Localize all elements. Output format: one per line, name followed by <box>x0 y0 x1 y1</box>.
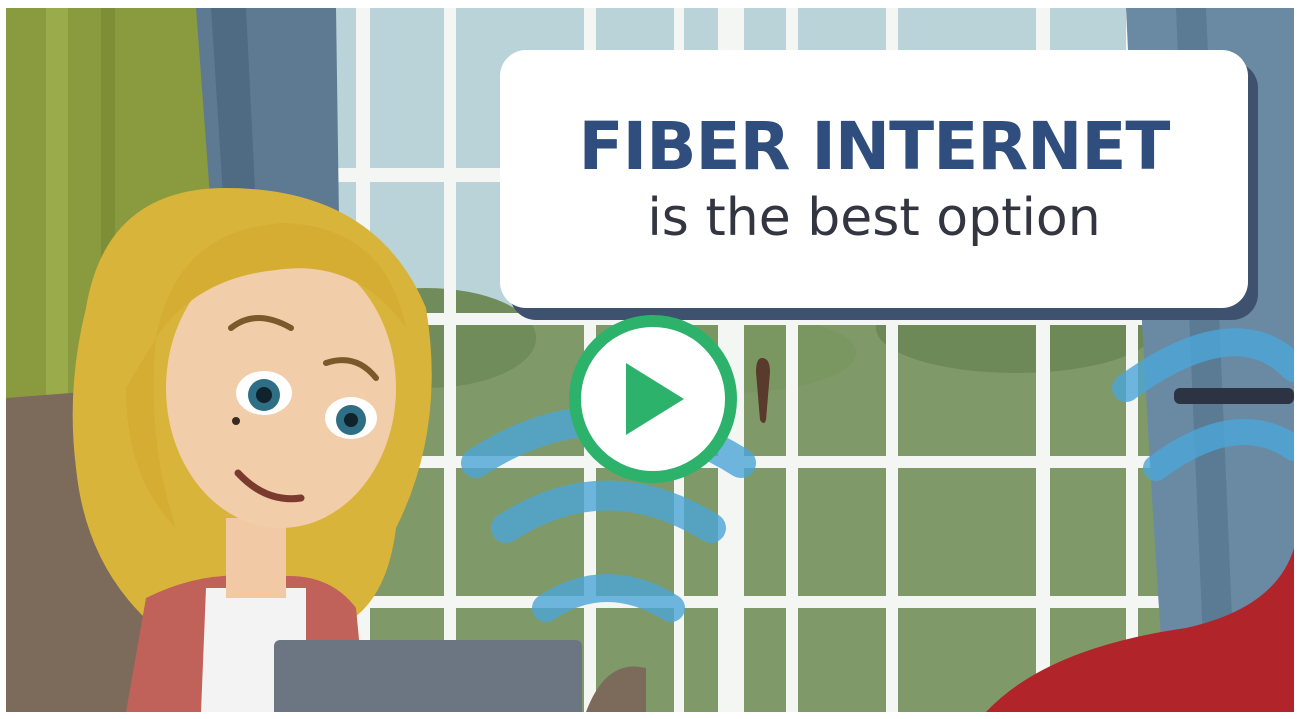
caption-title: FIBER INTERNET <box>578 108 1171 185</box>
play-button[interactable] <box>569 315 737 483</box>
play-icon <box>626 363 684 435</box>
video-player[interactable]: FIBER INTERNET is the best option <box>6 8 1294 712</box>
caption-card: FIBER INTERNET is the best option <box>500 50 1248 308</box>
caption-subtitle: is the best option <box>647 188 1101 248</box>
